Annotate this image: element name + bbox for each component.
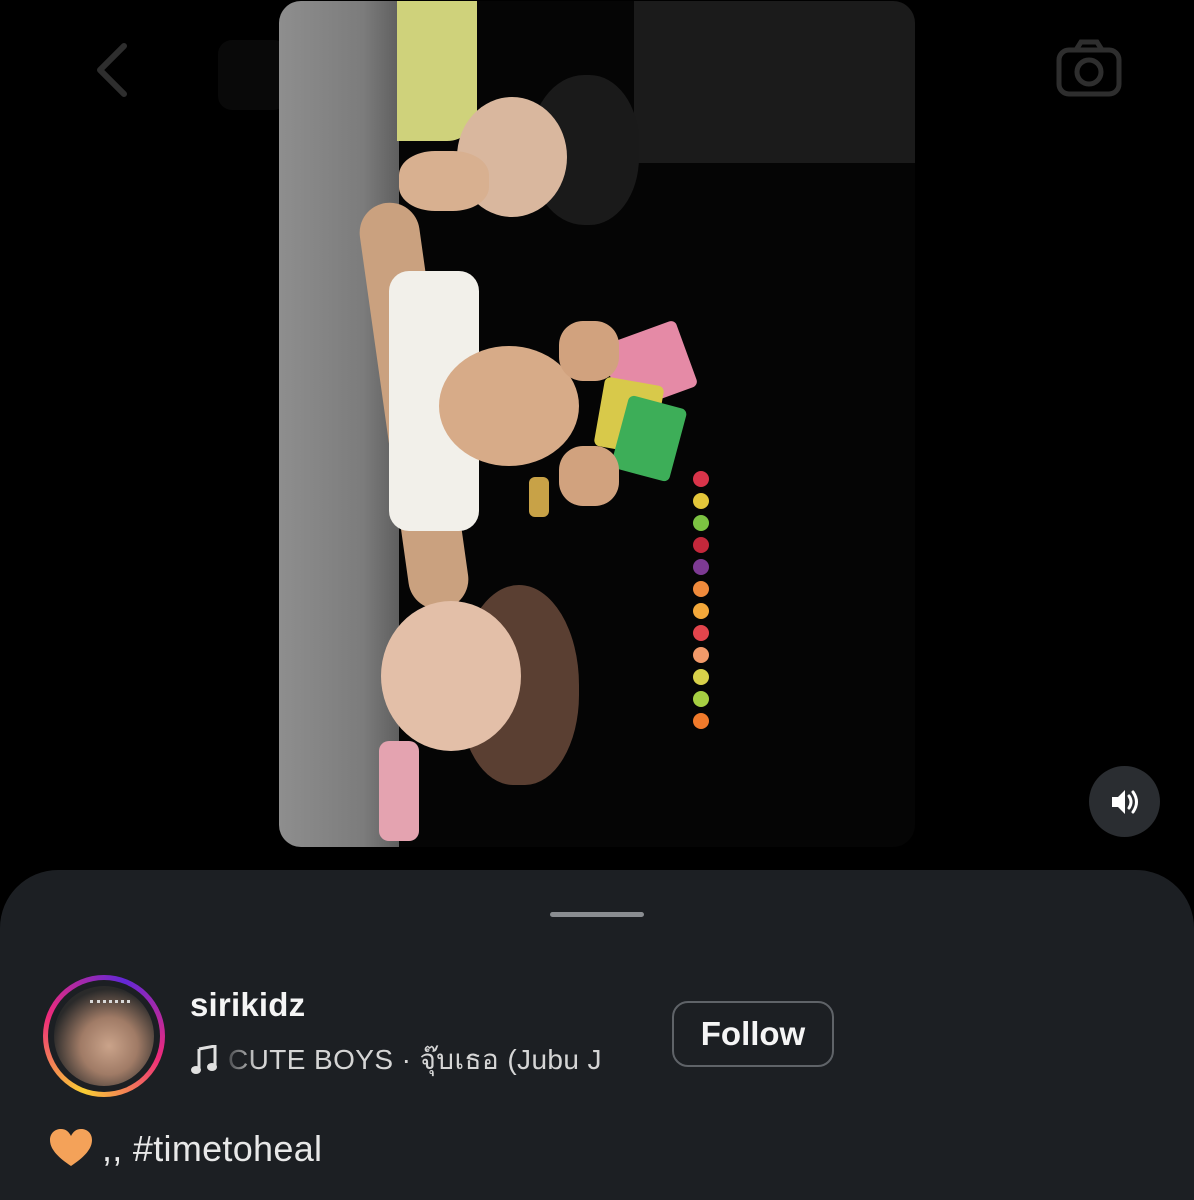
caption-text[interactable]: ,, #timetoheal [102, 1128, 322, 1170]
sheet-grabber-handle[interactable] [550, 912, 644, 917]
person-hand [559, 321, 619, 381]
back-chevron-icon[interactable] [88, 40, 138, 100]
audio-attribution[interactable]: CUTE BOYS · จุ๊บเธอ (Jubu J [190, 1040, 638, 1080]
grape-icon [693, 559, 709, 575]
speaker-volume-icon [1111, 789, 1138, 814]
reels-tab-icon[interactable] [218, 40, 288, 110]
post-caption: ,, #timetoheal [48, 1126, 322, 1172]
lime-icon [693, 691, 709, 707]
person-hand [399, 151, 489, 211]
reel-video-frame[interactable] [279, 1, 915, 847]
mango-icon [693, 603, 709, 619]
person-shirt [379, 741, 419, 841]
peach-icon [693, 647, 709, 663]
reel-viewer: sirikidz CUTE BOYS · จุ๊บเธอ (Jubu J Fol… [0, 0, 1194, 1200]
pear-icon [693, 669, 709, 685]
audio-track-title: CUTE BOYS · จุ๊บเธอ (Jubu J [228, 1044, 602, 1075]
person-face [381, 601, 521, 751]
crown-icon [90, 1000, 130, 1015]
follow-button[interactable]: Follow [672, 1001, 834, 1067]
orange-icon [693, 581, 709, 597]
strawberry-icon [693, 471, 709, 487]
person-shirt [397, 1, 477, 141]
green-apple-icon [693, 515, 709, 531]
person-hand [559, 446, 619, 506]
music-note-icon [190, 1044, 218, 1075]
background-wall [634, 1, 915, 163]
mute-toggle-button[interactable] [1089, 766, 1160, 837]
cherry-icon [693, 537, 709, 553]
watermelon-icon [693, 625, 709, 641]
lemon-icon [693, 493, 709, 509]
carrot-icon [693, 713, 709, 729]
avatar[interactable] [54, 986, 154, 1086]
orange-heart-icon [48, 1126, 94, 1172]
story-ring[interactable] [43, 975, 165, 1097]
person-face [439, 346, 579, 466]
wrist-watch [529, 477, 549, 517]
username[interactable]: sirikidz [190, 986, 305, 1024]
couch-cushion [279, 1, 399, 847]
camera-icon[interactable] [1054, 36, 1124, 100]
